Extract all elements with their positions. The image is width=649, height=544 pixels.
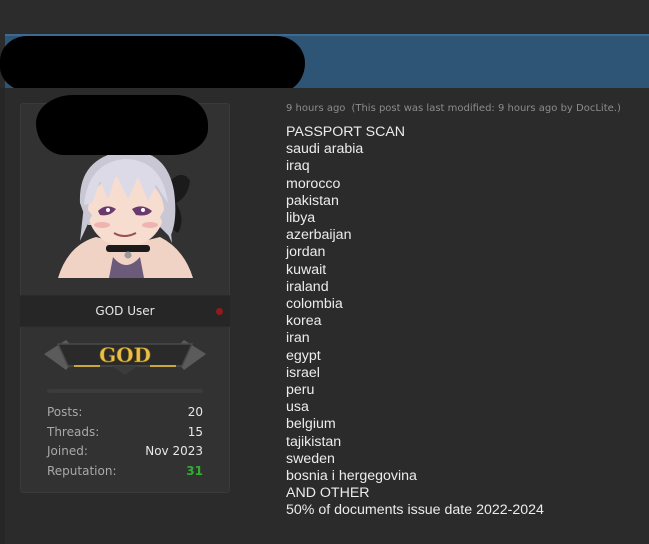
stat-posts-value[interactable]: 20	[188, 403, 203, 423]
stat-posts: Posts: 20	[47, 403, 203, 423]
post-line: libya	[286, 210, 316, 227]
stat-joined: Joined: Nov 2023	[47, 442, 203, 462]
post-line: sweden	[286, 450, 335, 467]
post-time[interactable]: 9 hours ago	[286, 103, 345, 114]
top-bar	[0, 0, 649, 33]
redacted-username	[36, 95, 208, 155]
post-line: saudi arabia	[286, 141, 364, 158]
post-modified-note: (This post was last modified: 9 hours ag…	[351, 103, 621, 114]
post-meta: 9 hours ago (This post was last modified:…	[286, 103, 621, 114]
user-stats: Posts: 20 Threads: 15 Joined: Nov 2023 R…	[47, 403, 203, 481]
user-title-row: GOD User	[20, 295, 230, 327]
offline-status-icon	[216, 308, 223, 315]
stat-posts-label: Posts:	[47, 405, 83, 419]
post-line: tajikistan	[286, 433, 342, 450]
card-divider	[47, 389, 203, 393]
post-line: pakistan	[286, 192, 339, 209]
stat-reputation-label: Reputation:	[47, 463, 117, 478]
stat-threads: Threads: 15	[47, 423, 203, 443]
user-title: GOD User	[95, 304, 155, 318]
stat-threads-label: Threads:	[47, 424, 100, 439]
post-line: usa	[286, 399, 309, 416]
post-line: peru	[286, 382, 315, 399]
post-line: AND OTHER	[286, 485, 370, 502]
stat-threads-value[interactable]: 15	[188, 423, 203, 443]
post-line: egypt	[286, 347, 321, 364]
stat-reputation: Reputation: 31	[47, 462, 203, 482]
post-line: iran	[286, 330, 310, 347]
post-line: belgium	[286, 416, 336, 433]
post-line: iraq	[286, 158, 310, 175]
user-avatar[interactable]	[58, 145, 193, 278]
post-line: kuwait	[286, 261, 327, 278]
post-line: israel	[286, 364, 320, 381]
post-line: jordan	[286, 244, 326, 261]
post-line: colombia	[286, 296, 343, 313]
rank-badge-text: GOD	[99, 343, 151, 367]
stat-joined-value: Nov 2023	[145, 444, 203, 458]
post-line: iraland	[286, 278, 329, 295]
post-line: PASSPORT SCAN	[286, 124, 406, 140]
post-body: PASSPORT SCAN saudi arabia iraq morocco …	[286, 124, 636, 520]
post-line: azerbaijan	[286, 227, 352, 244]
god-rank-badge: GOD	[44, 340, 206, 375]
post-line: 50% of documents issue date 2022-2024	[286, 502, 544, 519]
stat-reputation-value[interactable]: 31	[186, 462, 203, 482]
redacted-thread-title	[0, 36, 305, 92]
post-line: bosnia i hergegovina	[286, 468, 417, 485]
stat-joined-label: Joined:	[47, 444, 88, 458]
post-line: korea	[286, 313, 322, 330]
post-line: morocco	[286, 175, 341, 192]
